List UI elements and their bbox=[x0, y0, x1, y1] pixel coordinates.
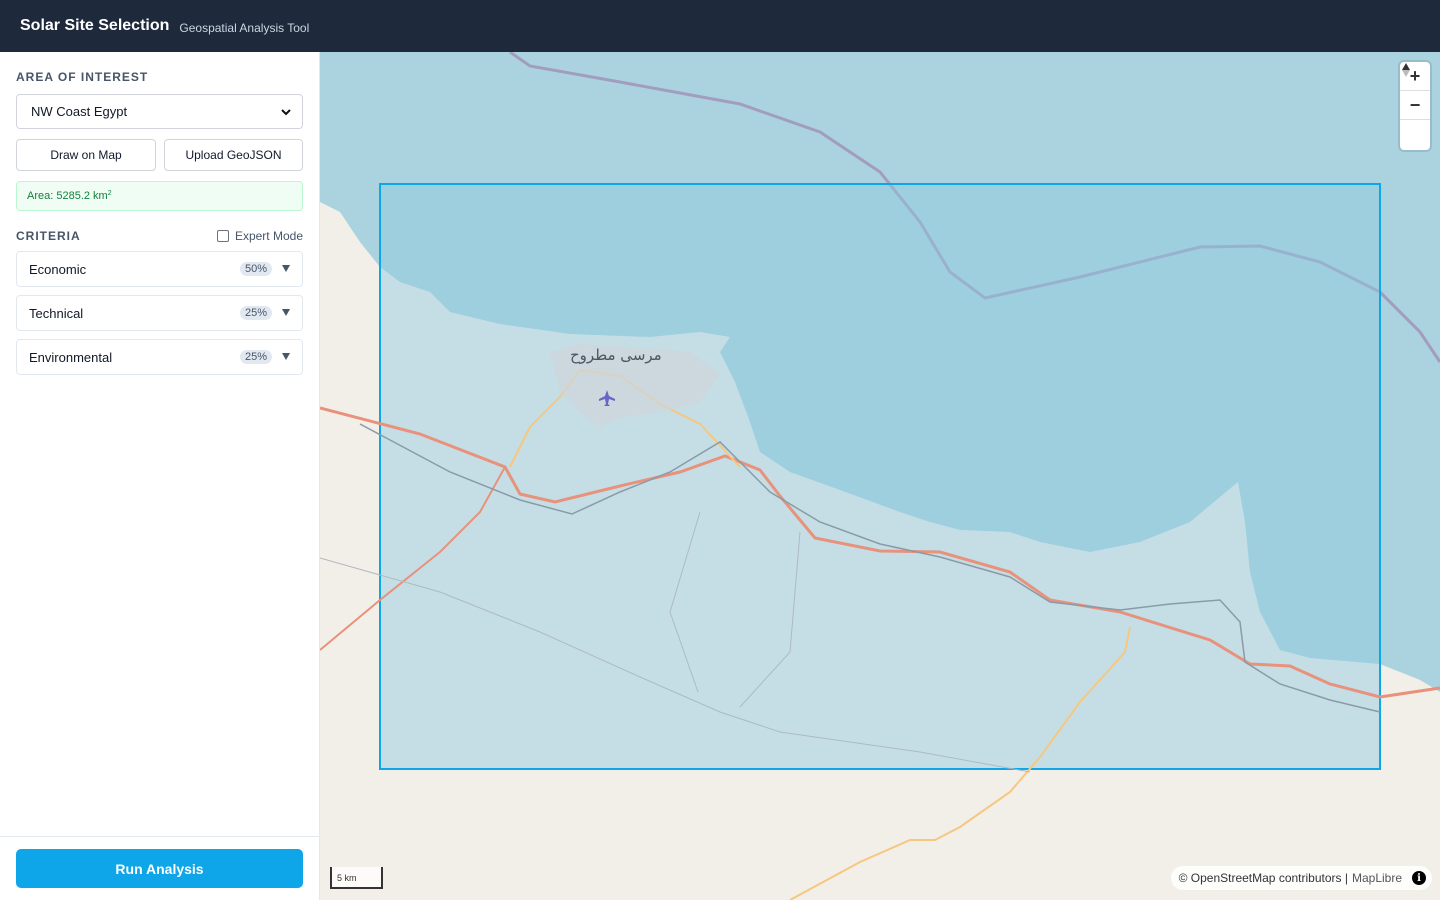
upload-geojson-button[interactable]: Upload GeoJSON bbox=[164, 139, 303, 171]
aoi-section-label: AREA OF INTEREST bbox=[16, 70, 149, 84]
draw-on-map-button[interactable]: Draw on Map bbox=[16, 139, 156, 171]
selection-rectangle[interactable] bbox=[379, 183, 1381, 770]
criteria-item-technical[interactable]: Technical 25% bbox=[16, 295, 303, 331]
map-zoom-control: + − bbox=[1400, 62, 1430, 150]
criteria-item-economic[interactable]: Economic 50% bbox=[16, 251, 303, 287]
aoi-select-value: NW Coast Egypt bbox=[31, 104, 128, 119]
aoi-select[interactable]: NW Coast Egypt bbox=[16, 94, 303, 129]
map-canvas[interactable]: مرسى مطروح + − 5 km © OpenStreetMap cont… bbox=[320, 52, 1440, 900]
area-unit-sup: 2 bbox=[107, 190, 112, 197]
zoom-out-button[interactable]: − bbox=[1400, 91, 1430, 120]
criteria-section-label: CRITERIA bbox=[16, 229, 81, 243]
attribution-text[interactable]: © OpenStreetMap contributors | bbox=[1179, 871, 1348, 885]
expert-mode-toggle[interactable]: Expert Mode bbox=[216, 229, 303, 243]
map-basemap bbox=[320, 52, 1440, 900]
chevron-down-icon bbox=[281, 108, 291, 115]
weight-badge: 50% bbox=[239, 262, 272, 276]
expand-arrow-icon[interactable] bbox=[282, 265, 290, 272]
weight-badge: 25% bbox=[239, 306, 272, 320]
top-bar: Solar Site Selection Geospatial Analysis… bbox=[0, 0, 1440, 52]
criteria-name: Technical bbox=[29, 305, 84, 321]
run-analysis-button[interactable]: Run Analysis bbox=[16, 849, 303, 888]
north-arrow-icon bbox=[1402, 63, 1410, 77]
area-readout: Area: 5285.2 km 2 bbox=[16, 181, 303, 211]
sidebar: AREA OF INTEREST NW Coast Egypt Draw on … bbox=[0, 52, 320, 900]
expert-mode-label: Expert Mode bbox=[234, 229, 303, 243]
sidebar-footer: Run Analysis bbox=[0, 836, 319, 900]
app-title: Solar Site Selection bbox=[20, 17, 170, 34]
attribution-maplibre[interactable]: MapLibre bbox=[1352, 871, 1402, 885]
app-subtitle: Geospatial Analysis Tool bbox=[179, 20, 310, 35]
scale-bar: 5 km bbox=[330, 867, 383, 889]
expand-arrow-icon[interactable] bbox=[282, 309, 290, 316]
expand-arrow-icon[interactable] bbox=[282, 353, 290, 360]
expert-mode-checkbox[interactable] bbox=[216, 230, 229, 242]
criteria-name: Economic bbox=[29, 261, 87, 277]
area-text: Area: 5285.2 km bbox=[27, 190, 108, 202]
reset-north-button[interactable] bbox=[1400, 63, 1430, 149]
criteria-name: Environmental bbox=[29, 349, 113, 365]
info-icon[interactable]: i bbox=[1412, 871, 1426, 885]
criteria-item-environmental[interactable]: Environmental 25% bbox=[16, 339, 303, 375]
map-attribution: © OpenStreetMap contributors | MapLibre … bbox=[1170, 866, 1432, 890]
city-label: مرسى مطروح bbox=[570, 346, 662, 364]
weight-badge: 25% bbox=[239, 350, 272, 364]
